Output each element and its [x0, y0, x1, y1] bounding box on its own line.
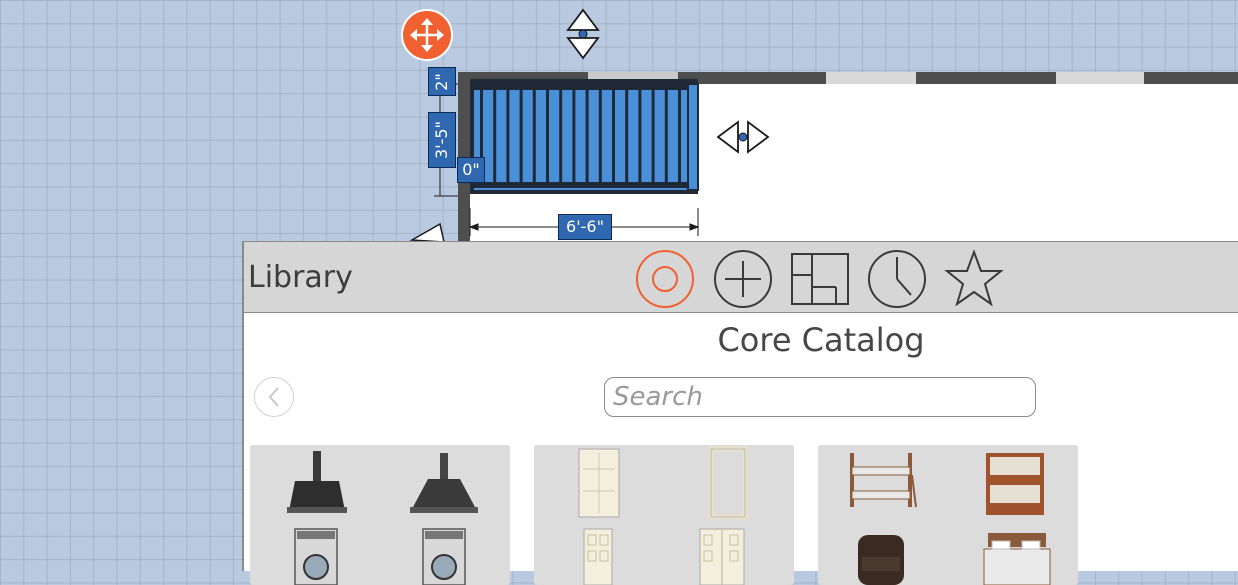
stair-tread: [664, 90, 668, 182]
stair-tread: [678, 90, 681, 182]
horizontal-resize-icon: [716, 120, 770, 154]
library-panel: Library Core Catalog Search: [242, 241, 1238, 585]
vertical-resize-icon: [566, 8, 600, 60]
stair-tread: [585, 90, 589, 182]
back-button[interactable]: [254, 377, 294, 417]
tab-add[interactable]: [713, 249, 773, 309]
library-header: Library: [244, 241, 1238, 313]
floorplan-icon: [791, 253, 849, 305]
stair-tread: [598, 90, 602, 182]
sofa-dark-icon: [858, 535, 904, 585]
tab-favorites[interactable]: [944, 249, 1004, 309]
wall-thickness-label[interactable]: 2": [428, 67, 456, 96]
stair-tread: [572, 90, 576, 182]
doors-thumbnail: [578, 446, 748, 585]
vertical-resize-handle[interactable]: [564, 8, 602, 60]
door-single-icon: [583, 528, 613, 585]
star-icon: [944, 249, 1004, 307]
offset-label[interactable]: 0": [457, 157, 485, 183]
category-tile-doors[interactable]: [534, 445, 794, 585]
stair-tread: [493, 90, 497, 182]
chevron-left-icon: [268, 387, 279, 407]
move-icon: [410, 18, 444, 52]
tab-core-catalog[interactable]: [635, 249, 695, 309]
stair-tread: [506, 90, 510, 182]
door-panel-icon: [578, 448, 620, 518]
bed-double-icon: [983, 533, 1051, 585]
search-input[interactable]: [604, 377, 1036, 417]
kitchen-appliances-thumbnail: [287, 451, 478, 585]
clock-icon: [868, 250, 926, 308]
tab-recent[interactable]: [867, 249, 927, 309]
range-hood-icon: [287, 451, 347, 513]
tab-floor-plan[interactable]: [790, 249, 850, 309]
stair-width-label[interactable]: 6'-6": [558, 214, 612, 240]
bedroom-thumbnail: [850, 453, 1051, 585]
door-double-icon: [699, 528, 745, 585]
bunk-bed-icon: [850, 453, 917, 508]
horizontal-resize-handle[interactable]: [716, 118, 770, 156]
target-icon: [636, 250, 694, 308]
stair-tread: [612, 90, 615, 182]
stair-tread: [519, 90, 523, 182]
washing-machine-icon: [422, 528, 466, 585]
category-tile-bedroom[interactable]: [818, 445, 1078, 585]
stair-tread: [559, 90, 563, 182]
stair-tread: [638, 90, 642, 182]
stair-tread: [532, 90, 536, 182]
stair-tread: [625, 90, 629, 182]
plus-circle-icon: [714, 250, 772, 308]
rotate-handle-icon[interactable]: [409, 222, 445, 243]
bunk-bed-wood-icon: [986, 453, 1044, 515]
category-tile-kitchen-appliances[interactable]: [250, 445, 510, 585]
stair-tread: [651, 90, 655, 182]
move-handle[interactable]: [401, 9, 453, 61]
range-hood-chimney-icon: [410, 453, 478, 513]
stair-tread: [546, 90, 549, 182]
door-frame-icon: [708, 446, 748, 520]
staircase[interactable]: [470, 79, 699, 194]
catalog-title: Core Catalog: [717, 321, 925, 359]
stair-depth-label[interactable]: 3'-5": [428, 112, 456, 168]
library-title: Library: [248, 260, 353, 295]
washing-machine-icon: [294, 528, 338, 585]
